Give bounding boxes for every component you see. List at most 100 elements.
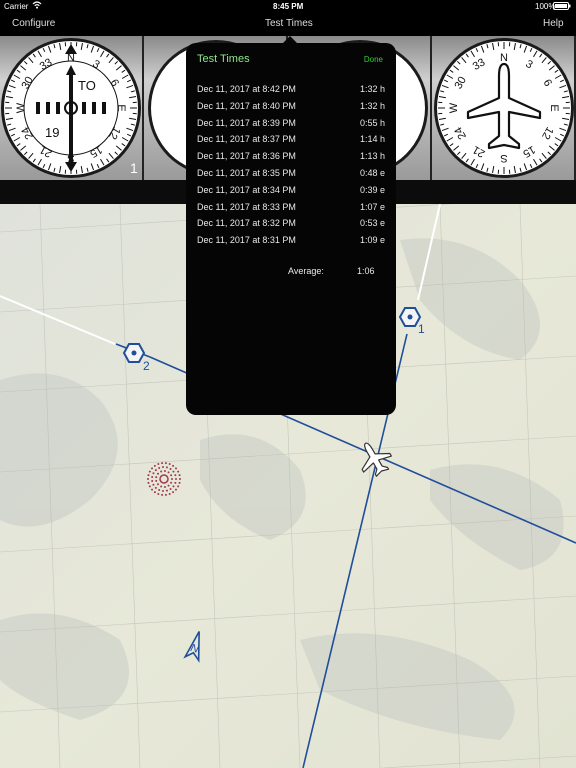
target-dot [154, 486, 157, 489]
done-button[interactable]: Done [364, 55, 383, 64]
target-dot [151, 476, 154, 479]
target-dot [160, 485, 163, 488]
target-dot [172, 485, 175, 488]
test-time-row[interactable]: Dec 11, 2017 at 8:36 PM 1:13 h [197, 151, 385, 167]
configure-button[interactable]: Configure [12, 18, 55, 29]
test-time-duration: 1:09 e [359, 235, 385, 246]
battery-icon [553, 2, 571, 12]
status-bar: Carrier 8:45 PM 100% [0, 0, 576, 12]
test-time-duration: 0:55 h [359, 117, 385, 128]
target-dot [172, 491, 175, 494]
test-time-date: Dec 11, 2017 at 8:37 PM [197, 134, 296, 145]
test-time-date: Dec 11, 2017 at 8:36 PM [197, 151, 296, 162]
carrier-label: Carrier [4, 2, 29, 11]
waypoint-1-label: 1 [418, 322, 425, 336]
test-time-duration: 1:32 h [359, 100, 385, 111]
target-dot [168, 492, 171, 495]
target-dot [161, 462, 164, 465]
target-dot [160, 470, 163, 473]
test-time-duration: 1:32 h [359, 84, 385, 94]
target-dot [167, 471, 170, 474]
target-dot [164, 462, 167, 465]
target-dot [152, 472, 155, 475]
target-dot [147, 481, 150, 484]
test-time-duration: 1:14 h [359, 134, 385, 145]
target-dot [157, 463, 160, 466]
target-dot [158, 488, 161, 491]
test-times-popover: Test Times Done Dec 11, 2017 at 8:42 PM 1… [186, 36, 396, 415]
target-dot [172, 470, 175, 473]
test-time-date: Dec 11, 2017 at 8:31 PM [197, 235, 296, 246]
test-time-row[interactable]: Dec 11, 2017 at 8:34 PM 0:39 e [197, 185, 385, 201]
target-dot [170, 481, 173, 484]
target-dot [168, 463, 171, 466]
average-label: Average: [288, 266, 324, 276]
target-dot [174, 474, 177, 477]
target-dot [174, 467, 177, 470]
help-button[interactable]: Help [543, 18, 564, 29]
target-dot [169, 488, 172, 491]
average-value: 1:06 [357, 266, 375, 276]
test-time-row[interactable]: Dec 11, 2017 at 8:33 PM 1:07 e [197, 202, 385, 218]
target-dot [167, 484, 170, 487]
target-dot [170, 474, 173, 477]
obs-instrument[interactable]: N36E1215S2124W3033 TO 19 1 [0, 36, 144, 180]
test-time-row[interactable]: Dec 11, 2017 at 8:40 PM 1:32 h [197, 101, 385, 117]
target-dot [153, 464, 156, 467]
target-dot [151, 488, 154, 491]
target-dot [162, 466, 165, 469]
target-dot [169, 467, 172, 470]
target-dot [163, 470, 166, 473]
target-dot [155, 476, 158, 479]
test-time-date: Dec 11, 2017 at 8:35 PM [197, 168, 296, 178]
test-time-row[interactable]: Dec 11, 2017 at 8:32 PM 0:53 e [197, 218, 385, 234]
test-time-row[interactable]: Dec 11, 2017 at 8:39 PM 0:55 h [197, 118, 385, 134]
target-dot [155, 479, 158, 482]
target-dot [179, 478, 181, 480]
test-time-row[interactable]: Dec 11, 2017 at 8:37 PM 1:14 h [197, 134, 385, 150]
compass-label: N [500, 52, 508, 64]
target-dot [174, 488, 177, 491]
test-times-button[interactable]: Test Times [265, 18, 313, 29]
target-dot [163, 485, 166, 488]
test-time-row[interactable]: Dec 11, 2017 at 8:31 PM 1:09 e [197, 235, 385, 251]
target-dot [164, 493, 167, 496]
test-time-date: Dec 11, 2017 at 8:42 PM [197, 84, 296, 94]
target-dot [147, 478, 149, 480]
obs-to-from: TO [78, 78, 96, 93]
nav-bar: Configure Test Times Help [0, 12, 576, 36]
target-dot [157, 483, 160, 486]
target-dot [153, 491, 156, 494]
target-dot [178, 481, 181, 484]
target-dot [161, 493, 164, 496]
target-dot [177, 470, 180, 473]
test-time-date: Dec 11, 2017 at 8:40 PM [197, 100, 296, 111]
test-time-date: Dec 11, 2017 at 8:32 PM [197, 218, 296, 229]
target-dot [165, 466, 168, 469]
target-dot [158, 467, 161, 470]
wifi-icon [32, 1, 42, 11]
compass-label: W [448, 102, 460, 113]
obs-number: 1 [130, 160, 138, 176]
test-time-duration: 0:53 e [359, 218, 385, 229]
compass-label: E [115, 104, 127, 111]
test-time-row[interactable]: Dec 11, 2017 at 8:35 PM 0:48 e [197, 168, 385, 184]
target-dot [165, 489, 168, 492]
target-dot [171, 478, 173, 480]
target-dot [151, 467, 154, 470]
test-time-row[interactable]: Dec 11, 2017 at 8:42 PM 1:32 h [197, 84, 385, 100]
target-dot [175, 478, 177, 480]
waypoint-2-label: 2 [143, 359, 150, 373]
obs-course-label: 19 [45, 125, 59, 140]
compass-label: S [500, 152, 507, 164]
popover-title: Test Times [197, 53, 250, 65]
clock-label: 8:45 PM [273, 2, 304, 11]
popover-caret [283, 36, 297, 43]
target-dot [174, 481, 177, 484]
compass-label: W [15, 102, 27, 113]
target-dot [151, 479, 154, 482]
test-time-date: Dec 11, 2017 at 8:39 PM [197, 117, 296, 128]
test-time-duration: 1:13 h [359, 151, 385, 162]
heading-indicator[interactable]: N 3 6 E 12 15 S 21 24 W 30 33 [432, 36, 576, 180]
target-dot [172, 464, 175, 467]
